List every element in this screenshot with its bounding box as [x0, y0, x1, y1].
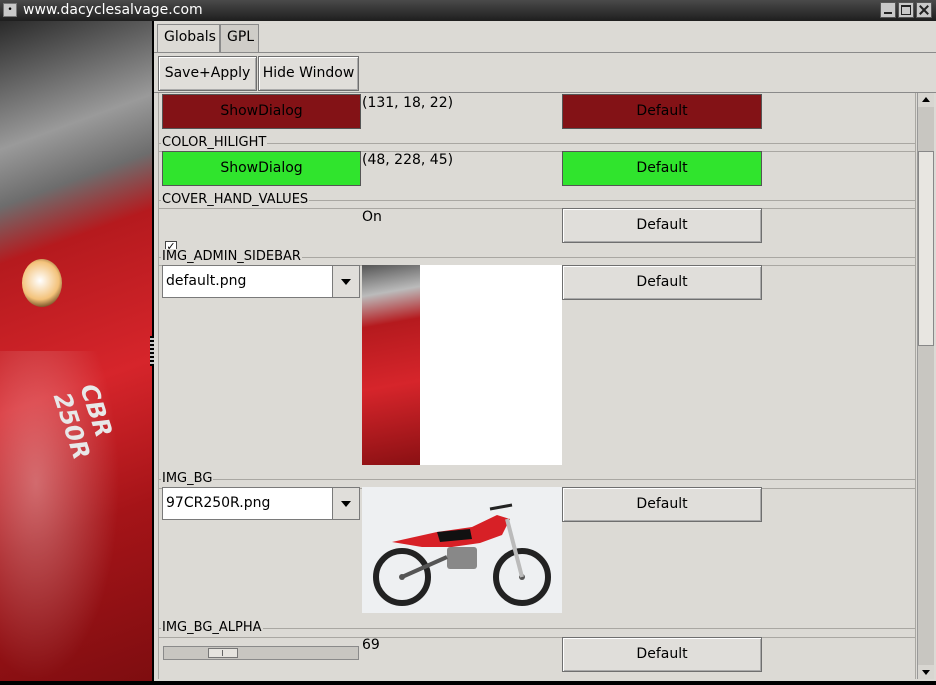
tab-bar: Globals GPL [154, 21, 936, 53]
tab-divider [154, 52, 936, 53]
admin-sidebar-image: CBR 250R [0, 21, 152, 681]
chevron-down-icon[interactable] [332, 488, 359, 519]
img-admin-sidebar-selected: default.png [166, 273, 247, 289]
img-admin-sidebar-default-button[interactable]: Default [562, 265, 762, 300]
img-admin-sidebar-label: IMG_ADMIN_SIDEBAR [161, 249, 302, 264]
img-bg-default-button[interactable]: Default [562, 487, 762, 522]
preview-sidebar-thumbnail [362, 265, 420, 465]
color-hilight-label: COLOR_HILIGHT [161, 135, 268, 150]
img-bg-select[interactable]: 97CR250R.png [162, 487, 360, 520]
scroll-down-button[interactable] [918, 665, 934, 679]
color-hilight-value: (48, 228, 45) [362, 152, 454, 168]
color-default-button[interactable]: Default [562, 94, 762, 129]
color-hilight-default-button[interactable]: Default [562, 151, 762, 186]
turn-signal-lamp [22, 259, 62, 307]
img-bg-alpha-label: IMG_BG_ALPHA [161, 620, 263, 635]
img-bg-alpha-value: 69 [362, 637, 380, 653]
chevron-down-icon[interactable] [332, 266, 359, 297]
maximize-button[interactable] [898, 2, 914, 18]
vertical-scrollbar[interactable] [917, 93, 934, 679]
close-button[interactable] [916, 2, 932, 18]
img-admin-sidebar-select[interactable]: default.png [162, 265, 360, 298]
cover-hand-values-label: COVER_HAND_VALUES [161, 192, 310, 207]
color-showdialog-button[interactable]: ShowDialog [162, 94, 361, 129]
settings-panel: Globals GPL Save+Apply Hide Window ShowD… [154, 21, 936, 681]
color-hilight-showdialog-button[interactable]: ShowDialog [162, 151, 361, 186]
img-bg-preview [362, 487, 562, 613]
minimize-button[interactable] [880, 2, 896, 18]
scrollbar-thumb[interactable] [918, 151, 934, 346]
hide-window-button[interactable]: Hide Window [258, 56, 359, 91]
window-menu-button[interactable]: • [3, 3, 17, 17]
save-apply-button[interactable]: Save+Apply [158, 56, 257, 91]
tab-globals[interactable]: Globals [157, 24, 220, 52]
motorcycle-image [373, 503, 551, 606]
color-value: (131, 18, 22) [362, 95, 454, 111]
window-titlebar: • www.dacyclesalvage.com [0, 0, 936, 21]
tab-gpl[interactable]: GPL [220, 24, 259, 52]
img-bg-alpha-slider[interactable] [163, 646, 359, 660]
img-bg-label: IMG_BG [161, 471, 214, 486]
img-bg-alpha-default-button[interactable]: Default [562, 637, 762, 672]
window-title: www.dacyclesalvage.com [23, 2, 203, 18]
img-bg-alpha-slider-handle[interactable] [208, 648, 238, 658]
cover-hand-values-value: On [362, 209, 382, 225]
settings-scroll-area: ShowDialog (131, 18, 22) Default COLOR_H… [154, 93, 918, 679]
scroll-up-button[interactable] [918, 93, 934, 107]
cover-hand-values-default-button[interactable]: Default [562, 208, 762, 243]
img-bg-selected: 97CR250R.png [166, 495, 271, 511]
img-admin-sidebar-preview [362, 265, 562, 465]
